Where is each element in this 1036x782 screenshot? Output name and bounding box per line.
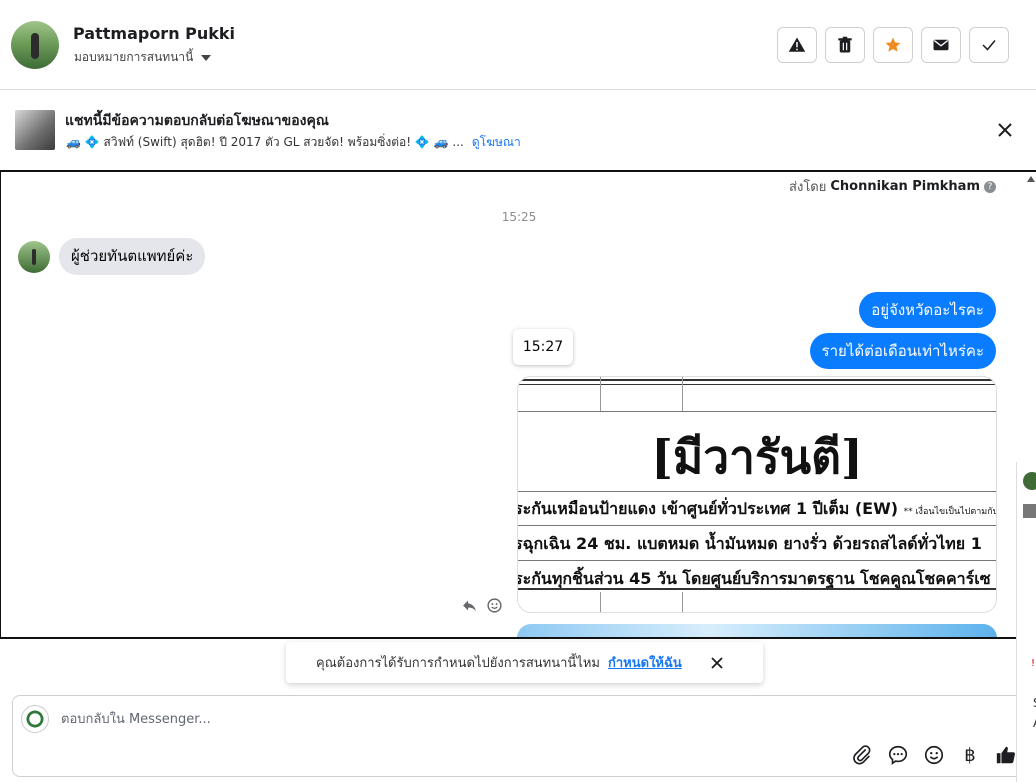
reply-input[interactable] [59, 708, 759, 730]
image-text-line: รฉุกเฉิน 24 ชม. แบตหมด น้ำมันหมด ยางรั่ว… [517, 534, 982, 553]
image-text-line: ระกันเหมือนป้ายแดง เข้าศูนย์ทั่วประเทศ 1… [517, 497, 997, 522]
assign-to-me-link[interactable]: กำหนดให้ฉัน [608, 652, 682, 673]
image-grid-line [518, 525, 996, 526]
sent-by-prefix: ส่งโดย [789, 180, 827, 195]
image-grid-line [600, 592, 601, 612]
image-grid-line [682, 377, 683, 411]
sent-by-name: Chonnikan Pimkham [830, 179, 980, 194]
image-message[interactable] [517, 624, 997, 637]
edge-avatar [1023, 472, 1036, 490]
sender-avatar [18, 241, 50, 273]
image-border-line [518, 588, 996, 590]
image-headline: [มีวารันตี] [651, 430, 863, 484]
delete-button[interactable] [825, 27, 865, 63]
close-icon[interactable] [995, 120, 1015, 140]
assign-dropdown[interactable]: มอบหมายการสนทนานี้ [74, 48, 212, 67]
star-button[interactable] [873, 27, 913, 63]
message-actions [461, 597, 503, 614]
image-grid-line [600, 377, 601, 411]
message-timestamp: 15:25 [501, 210, 537, 224]
outgoing-message[interactable]: อยู่จังหวัดอะไรคะ [859, 292, 996, 328]
sent-by-label: ส่งโดย Chonnikan Pimkham ? [789, 176, 996, 197]
edge-mark: ! [1031, 658, 1036, 669]
incoming-message[interactable]: ผู้ช่วยทันตแพทย์ค่ะ [59, 238, 206, 275]
ad-reply-banner: แชทนี้มีข้อความตอบกลับต่อโฆษณาของคุณ 🚙 💠… [0, 90, 1036, 170]
conversation-header: Pattmaporn Pukki มอบหมายการสนทนานี้ [0, 0, 1036, 90]
timestamp-tooltip: 15:27 [513, 329, 573, 365]
image-grid-line [518, 411, 996, 412]
warning-icon [788, 37, 806, 52]
view-ad-link[interactable]: ดูโฆษณา [472, 133, 521, 152]
envelope-icon [933, 39, 949, 51]
image-grid-line [518, 491, 996, 492]
mark-unread-button[interactable] [921, 27, 961, 63]
image-grid-line [518, 560, 996, 561]
image-grid-line [682, 592, 683, 612]
scroll-up-arrow-icon[interactable] [1027, 176, 1035, 182]
assign-label: มอบหมายการสนทนานี้ [74, 50, 194, 64]
page-avatar [21, 705, 49, 733]
saved-reply-icon[interactable] [887, 744, 909, 766]
ad-banner-title: แชทนี้มีข้อความตอบกลับต่อโฆษณาของคุณ [65, 113, 329, 129]
react-emoji-icon[interactable] [486, 597, 503, 614]
image-message[interactable]: [มีวารันตี] ระกันเหมือนป้ายแดง เข้าศูนย์… [517, 376, 997, 613]
outgoing-message[interactable]: รายได้ต่อเดือนเท่าไหร่คะ [809, 333, 996, 369]
ad-snippet-row: 🚙 💠 สวิฟท์ (Swift) สุดฮิต! ปี 2017 ตัว G… [66, 133, 521, 152]
message-thread[interactable]: ส่งโดย Chonnikan Pimkham ? 15:25 ผู้ช่วย… [0, 170, 1036, 639]
image-line-1-note: ** เงื่อนไขเป็นไปตามกับ [903, 507, 997, 517]
ad-thumbnail[interactable] [15, 110, 55, 150]
side-panel-edge: ! S A [1016, 462, 1036, 782]
thumbs-up-icon[interactable] [995, 744, 1017, 766]
mark-spam-button[interactable] [777, 27, 817, 63]
paperclip-icon[interactable] [851, 744, 873, 766]
check-icon [982, 40, 996, 51]
reply-icon[interactable] [461, 597, 478, 614]
contact-name[interactable]: Pattmaporn Pukki [73, 24, 235, 43]
image-line-1: ระกันเหมือนป้ายแดง เข้าศูนย์ทั่วประเทศ 1… [517, 499, 899, 518]
trash-icon [838, 36, 852, 53]
baht-icon[interactable]: ฿ [959, 745, 981, 766]
contact-avatar[interactable] [11, 21, 59, 69]
info-icon[interactable]: ? [984, 180, 996, 193]
ad-snippet: 🚙 💠 สวิฟท์ (Swift) สุดฮิต! ปี 2017 ตัว G… [66, 135, 464, 149]
image-border-line [518, 379, 996, 385]
reply-composer: ฿ [12, 695, 1022, 777]
close-icon[interactable] [710, 656, 724, 670]
composer-toolbar: ฿ [851, 744, 1017, 766]
edge-thumbnail [1023, 504, 1036, 518]
chevron-down-icon [201, 54, 212, 61]
assign-notice: คุณต้องการได้รับการกำหนดไปยังการสนทนานี้… [286, 642, 763, 683]
mark-done-button[interactable] [969, 27, 1009, 63]
assign-notice-text: คุณต้องการได้รับการกำหนดไปยังการสนทนานี้… [316, 656, 600, 671]
star-icon [885, 37, 901, 52]
emoji-icon[interactable] [923, 744, 945, 766]
